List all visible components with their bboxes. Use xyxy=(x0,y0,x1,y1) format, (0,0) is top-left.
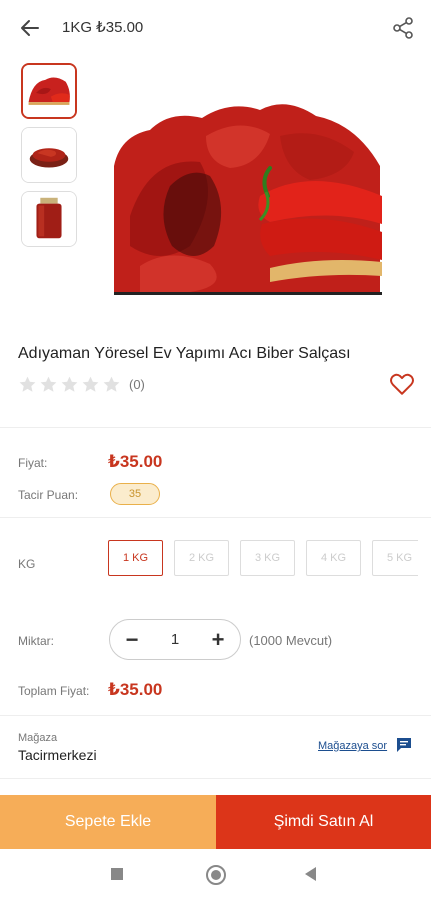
stock-count: (1000 Mevcut) xyxy=(249,633,333,648)
ask-store-link[interactable]: Mağazaya sor xyxy=(318,740,387,752)
rating-stars: (0) xyxy=(18,375,145,394)
thumbnail-3[interactable] xyxy=(21,191,77,247)
price-value: ₺35.00 xyxy=(108,452,163,471)
quantity-stepper: − 1 + xyxy=(109,619,241,660)
pepper-paste-thumb-image xyxy=(23,65,75,117)
variant-option-5kg[interactable]: 5 KG xyxy=(372,540,418,576)
share-icon[interactable] xyxy=(391,16,415,40)
home-icon[interactable] xyxy=(206,865,226,885)
quantity-label: Miktar: xyxy=(18,634,54,648)
total-label: Toplam Fiyat: xyxy=(18,684,90,698)
increase-button[interactable]: + xyxy=(209,628,227,650)
top-bar: 1KG ₺35.00 xyxy=(0,0,431,56)
divider xyxy=(0,715,431,716)
variant-options: 1 KG 2 KG 3 KG 4 KG 5 KG xyxy=(108,540,418,576)
divider xyxy=(0,427,431,428)
add-to-cart-button[interactable]: Sepete Ekle xyxy=(0,795,216,849)
total-value: ₺35.00 xyxy=(108,680,163,699)
thumbnail-2[interactable] xyxy=(21,127,77,183)
recent-apps-icon[interactable] xyxy=(111,868,123,880)
product-title: Adıyaman Yöresel Ev Yapımı Acı Biber Sal… xyxy=(18,345,351,362)
decrease-button[interactable]: − xyxy=(123,628,141,650)
points-label: Tacir Puan: xyxy=(18,488,79,502)
product-image[interactable] xyxy=(110,96,390,296)
arrow-left-icon[interactable] xyxy=(18,16,42,40)
star-icon xyxy=(103,376,120,392)
store-name[interactable]: Tacirmerkezi xyxy=(18,747,97,763)
star-icon xyxy=(61,376,78,392)
price-label: Fiyat: xyxy=(18,456,48,470)
page-title: 1KG ₺35.00 xyxy=(62,19,144,36)
thumbnail-list xyxy=(21,63,77,255)
variant-option-2kg[interactable]: 2 KG xyxy=(174,540,229,576)
quantity-value[interactable]: 1 xyxy=(171,631,179,648)
heart-icon[interactable] xyxy=(389,372,415,396)
variant-option-4kg[interactable]: 4 KG xyxy=(306,540,361,576)
star-icon xyxy=(19,376,36,392)
back-triangle-icon[interactable] xyxy=(305,867,316,881)
variant-label: KG xyxy=(18,557,36,571)
variant-option-3kg[interactable]: 3 KG xyxy=(240,540,295,576)
star-icon xyxy=(82,376,99,392)
store-label: Mağaza xyxy=(18,732,58,744)
chat-icon[interactable] xyxy=(396,737,412,753)
points-badge: 35 xyxy=(110,483,160,505)
divider xyxy=(0,517,431,518)
buy-now-button[interactable]: Şimdi Satın Al xyxy=(216,795,431,849)
pepper-paste-main-image xyxy=(110,96,390,296)
system-nav-bar xyxy=(0,849,431,900)
divider xyxy=(0,778,431,779)
pepper-paste-bowl-image xyxy=(22,128,76,182)
variant-option-1kg[interactable]: 1 KG xyxy=(108,540,163,576)
rating-count: (0) xyxy=(129,377,145,392)
star-icon xyxy=(40,376,57,392)
thumbnail-1[interactable] xyxy=(21,63,77,119)
pepper-paste-jar-image xyxy=(22,192,76,246)
